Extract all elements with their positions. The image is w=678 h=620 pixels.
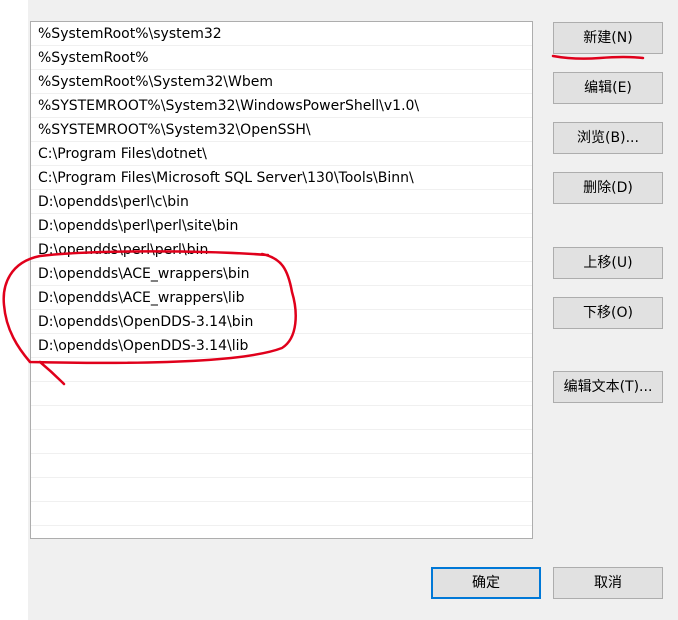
new-button[interactable]: 新建(N): [553, 22, 663, 54]
cancel-button[interactable]: 取消: [553, 567, 663, 599]
empty-list-row[interactable]: [31, 430, 532, 454]
list-item[interactable]: D:\opendds\perl\perl\site\bin: [31, 214, 532, 238]
move-up-button[interactable]: 上移(U): [553, 247, 663, 279]
empty-list-row[interactable]: [31, 406, 532, 430]
list-item[interactable]: %SystemRoot%\system32: [31, 22, 532, 46]
list-item[interactable]: D:\opendds\perl\c\bin: [31, 190, 532, 214]
list-item[interactable]: %SYSTEMROOT%\System32\WindowsPowerShell\…: [31, 94, 532, 118]
list-item[interactable]: %SystemRoot%: [31, 46, 532, 70]
empty-list-row[interactable]: [31, 502, 532, 526]
list-item[interactable]: D:\opendds\OpenDDS-3.14\lib: [31, 334, 532, 358]
ok-button[interactable]: 确定: [431, 567, 541, 599]
annotation-underline: [551, 54, 645, 60]
empty-list-row[interactable]: [31, 478, 532, 502]
list-item[interactable]: C:\Program Files\Microsoft SQL Server\13…: [31, 166, 532, 190]
move-down-button[interactable]: 下移(O): [553, 297, 663, 329]
empty-list-row[interactable]: [31, 358, 532, 382]
empty-list-row[interactable]: [31, 454, 532, 478]
list-item[interactable]: D:\opendds\ACE_wrappers\lib: [31, 286, 532, 310]
edit-button[interactable]: 编辑(E): [553, 72, 663, 104]
list-item[interactable]: %SystemRoot%\System32\Wbem: [31, 70, 532, 94]
edit-text-button[interactable]: 编辑文本(T)...: [553, 371, 663, 403]
browse-button[interactable]: 浏览(B)...: [553, 122, 663, 154]
empty-list-row[interactable]: [31, 382, 532, 406]
list-item[interactable]: D:\opendds\ACE_wrappers\bin: [31, 262, 532, 286]
delete-button[interactable]: 删除(D): [553, 172, 663, 204]
list-item[interactable]: D:\opendds\OpenDDS-3.14\bin: [31, 310, 532, 334]
list-item[interactable]: %SYSTEMROOT%\System32\OpenSSH\: [31, 118, 532, 142]
window-edge: [0, 0, 28, 620]
list-item[interactable]: D:\opendds\perl\perl\bin: [31, 238, 532, 262]
path-list[interactable]: %SystemRoot%\system32 %SystemRoot% %System…: [30, 21, 533, 539]
list-item[interactable]: C:\Program Files\dotnet\: [31, 142, 532, 166]
